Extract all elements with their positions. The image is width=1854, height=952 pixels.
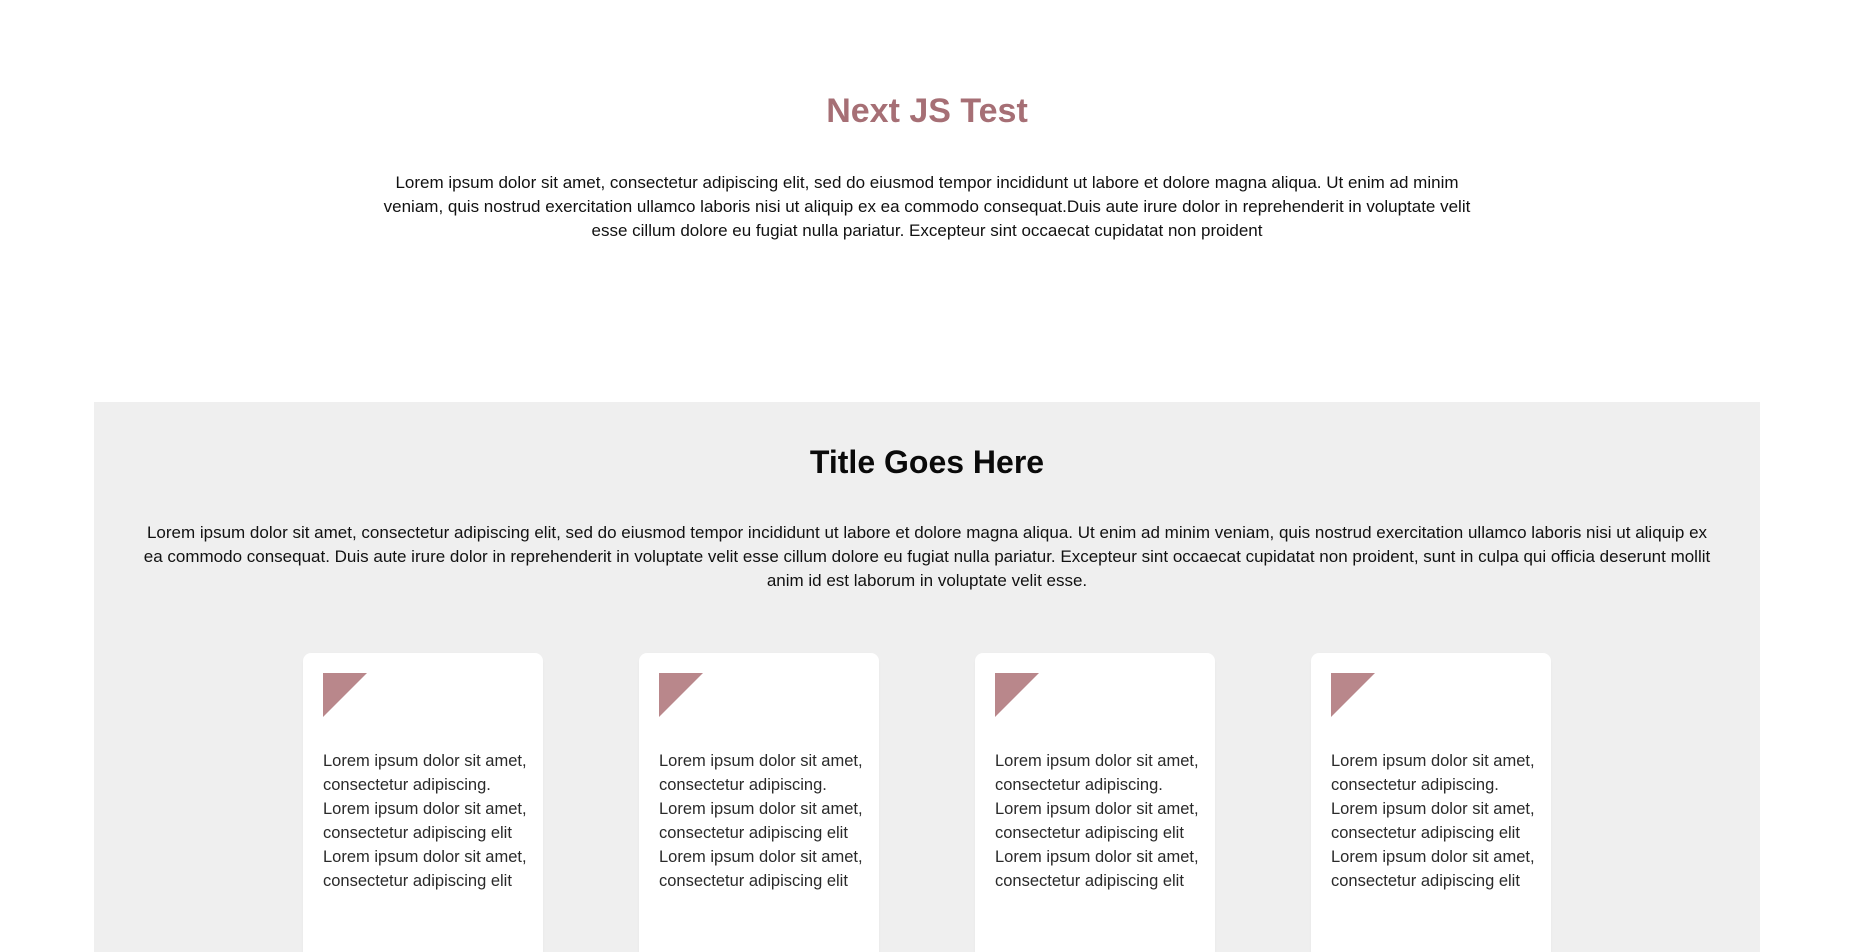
- feature-card-text: Lorem ipsum dolor sit amet, consectetur …: [995, 752, 1199, 890]
- hero-title: Next JS Test: [826, 92, 1028, 130]
- feature-card-text: Lorem ipsum dolor sit amet, consectetur …: [1331, 752, 1535, 890]
- hero-section: Next JS Test Lorem ipsum dolor sit amet,…: [0, 0, 1854, 402]
- feature-card: Lorem ipsum dolor sit amet, consectetur …: [1311, 653, 1551, 952]
- triangle-icon: [995, 673, 1039, 717]
- hero-description: Lorem ipsum dolor sit amet, consectetur …: [383, 173, 1471, 240]
- feature-card-list: Lorem ipsum dolor sit amet, consectetur …: [303, 653, 1551, 952]
- feature-card: Lorem ipsum dolor sit amet, consectetur …: [975, 653, 1215, 952]
- feature-section-title: Title Goes Here: [809, 444, 1045, 480]
- triangle-icon: [1331, 673, 1375, 717]
- landing-page: Next JS Test Lorem ipsum dolor sit amet,…: [0, 0, 1854, 952]
- triangle-icon: [323, 673, 367, 717]
- feature-section-description: Lorem ipsum dolor sit amet, consectetur …: [143, 523, 1711, 590]
- feature-section: Title Goes Here Lorem ipsum dolor sit am…: [94, 402, 1760, 952]
- feature-card-text: Lorem ipsum dolor sit amet, consectetur …: [323, 752, 527, 890]
- triangle-icon: [659, 673, 703, 717]
- feature-card: Lorem ipsum dolor sit amet, consectetur …: [303, 653, 543, 952]
- feature-card: Lorem ipsum dolor sit amet, consectetur …: [639, 653, 879, 952]
- feature-card-text: Lorem ipsum dolor sit amet, consectetur …: [659, 752, 863, 890]
